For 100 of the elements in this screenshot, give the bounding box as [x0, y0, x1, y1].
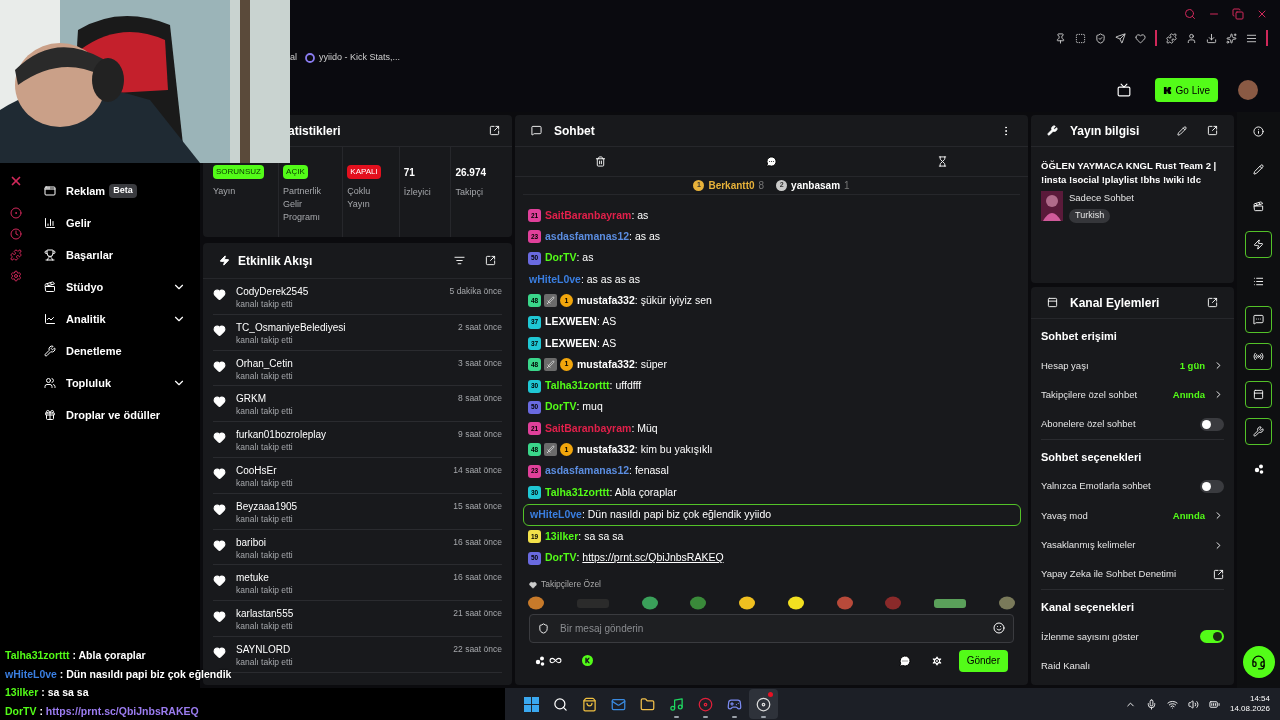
clock[interactable]: 14:54 14.08.2026 — [1229, 694, 1270, 714]
emote-icon[interactable] — [786, 595, 805, 610]
toggle-switch[interactable] — [1200, 417, 1224, 431]
user-icon[interactable] — [1186, 32, 1197, 44]
event-time: 9 saat önce — [458, 428, 502, 442]
send-button[interactable]: Gönder — [958, 649, 1008, 672]
trash-icon[interactable] — [595, 156, 606, 167]
emote-icon[interactable] — [640, 595, 659, 610]
setting-label: Yasaklanmış kelimeler — [1041, 538, 1137, 552]
wrench-icon — [1253, 426, 1264, 437]
pencil-icon[interactable] — [1177, 125, 1187, 136]
bar-chart-icon — [44, 217, 56, 229]
follower-name: CooHsEr — [236, 464, 278, 477]
gear-icon[interactable] — [930, 654, 943, 667]
emote-icon[interactable] — [738, 595, 757, 610]
nav-item[interactable]: Stüdyo — [44, 271, 186, 303]
setting-row[interactable]: Abonelere özel sohbet — [1041, 409, 1224, 439]
dots-icon[interactable] — [535, 655, 545, 666]
setting-row[interactable]: Yavaş mod Anında — [1041, 501, 1224, 531]
sword-badge — [544, 358, 557, 372]
circle-dot-icon[interactable] — [10, 207, 22, 219]
emote-icon[interactable] — [527, 595, 545, 610]
setting-row[interactable]: Raid Kanalı — [1041, 651, 1224, 681]
rail-button[interactable] — [1245, 230, 1272, 258]
gift-icon — [44, 409, 56, 421]
wrench-icon — [44, 345, 56, 357]
heart-icon — [213, 467, 226, 480]
heart-icon — [213, 395, 226, 409]
selection-icon[interactable] — [1075, 32, 1086, 44]
chat-bubble-icon[interactable] — [766, 156, 777, 167]
popout-icon[interactable] — [1207, 297, 1218, 308]
setting-row[interactable]: Hesap yaşı 1 gün — [1041, 351, 1224, 381]
tv-icon[interactable] — [1116, 83, 1131, 97]
hourglass-icon[interactable] — [937, 156, 948, 167]
status-tag: AÇIK — [283, 165, 308, 179]
channel-icon — [1047, 297, 1058, 308]
rail-button[interactable] — [1245, 418, 1272, 445]
nav-item[interactable]: Topluluk — [44, 367, 186, 399]
chat-bubble-icon[interactable] — [898, 654, 911, 667]
rail-button[interactable] — [1245, 380, 1272, 408]
nav-item[interactable]: Gelir — [44, 207, 186, 239]
go-live-button[interactable]: Go Live — [1154, 78, 1218, 102]
pin-icon[interactable] — [1055, 32, 1066, 44]
nav-item[interactable]: Analitik — [44, 303, 186, 335]
toggle-switch[interactable] — [1200, 630, 1224, 644]
language-tag: Turkish — [1069, 209, 1111, 223]
taskbar-app[interactable] — [749, 689, 778, 719]
battery-icon[interactable] — [1208, 698, 1220, 710]
nav-item[interactable]: Başarılar — [44, 239, 186, 271]
letter-x-icon[interactable] — [9, 174, 23, 188]
restore-icon[interactable] — [1232, 8, 1244, 20]
bookmark-link[interactable]: ial — [288, 51, 297, 65]
sword-badge — [544, 294, 557, 308]
setting-row[interactable]: Yapay Zeka ile Sohbet Denetimi — [1041, 559, 1224, 590]
chat-message: SaitBaranbayram: Müq — [545, 420, 659, 436]
setting-row[interactable]: Yalnızca Emotlarla sohbet — [1041, 471, 1224, 502]
gamepad-icon — [727, 696, 742, 712]
shield-icon — [538, 622, 549, 634]
nav-item[interactable]: Reklam Beta — [44, 175, 186, 207]
heart-icon[interactable] — [1135, 32, 1146, 44]
popout-icon[interactable] — [485, 255, 496, 266]
message-input[interactable]: Bir mesaj gönderin — [529, 613, 1014, 643]
nav-item[interactable]: Droplar ve ödüller — [44, 399, 186, 431]
chat-message: LEXWEEN: AS — [545, 335, 618, 351]
headset-icon — [1251, 654, 1266, 670]
event-text: kanalı takip etti — [236, 369, 294, 382]
download-icon[interactable] — [1206, 32, 1217, 44]
people-icon — [44, 377, 56, 389]
setting-row[interactable]: Takipçilere özel sohbet Anında — [1041, 380, 1224, 410]
send-icon[interactable] — [1115, 32, 1126, 44]
bookmark-link[interactable]: yyiido - Kick Stats,... — [305, 51, 401, 65]
chat-link[interactable]: https://prnt.sc/QbiJnbsRAKEQ — [582, 551, 724, 564]
popout-icon[interactable] — [1207, 125, 1218, 136]
category-name[interactable]: Sadece Sohbet — [1069, 191, 1134, 206]
shield-icon[interactable] — [1095, 32, 1106, 44]
support-button[interactable] — [1242, 646, 1275, 678]
rail-button[interactable] — [1245, 343, 1272, 370]
close-icon[interactable] — [1256, 8, 1268, 20]
event-time: 3 saat önce — [458, 356, 502, 370]
sparkle-icon[interactable] — [1226, 32, 1237, 44]
panel-title: Yayın bilgisi — [1070, 122, 1141, 140]
toggle-switch[interactable] — [1200, 480, 1224, 494]
search-icon[interactable] — [1184, 8, 1196, 20]
rail-button[interactable] — [1245, 305, 1272, 333]
volume-icon[interactable] — [1187, 698, 1199, 710]
clock-icon[interactable] — [10, 228, 22, 240]
avatar[interactable] — [1238, 80, 1258, 100]
k-logo-icon[interactable] — [582, 655, 593, 667]
popout-icon[interactable] — [489, 125, 500, 136]
mic-icon[interactable] — [1145, 698, 1157, 710]
nav-item[interactable]: Denetleme — [44, 335, 186, 367]
setting-row[interactable]: Yasaklanmış kelimeler — [1041, 530, 1224, 560]
wifi-icon[interactable] — [1166, 698, 1178, 710]
event-text: kanalı takip etti — [236, 620, 294, 633]
menu-icon[interactable] — [1246, 32, 1257, 44]
event-text: kanalı takip etti — [236, 477, 294, 489]
smile-icon[interactable] — [993, 621, 1005, 634]
follower-name: bariboi — [236, 535, 268, 549]
filter-icon[interactable] — [454, 255, 465, 266]
setting-row[interactable]: İzlenme sayısını göster — [1041, 622, 1224, 652]
